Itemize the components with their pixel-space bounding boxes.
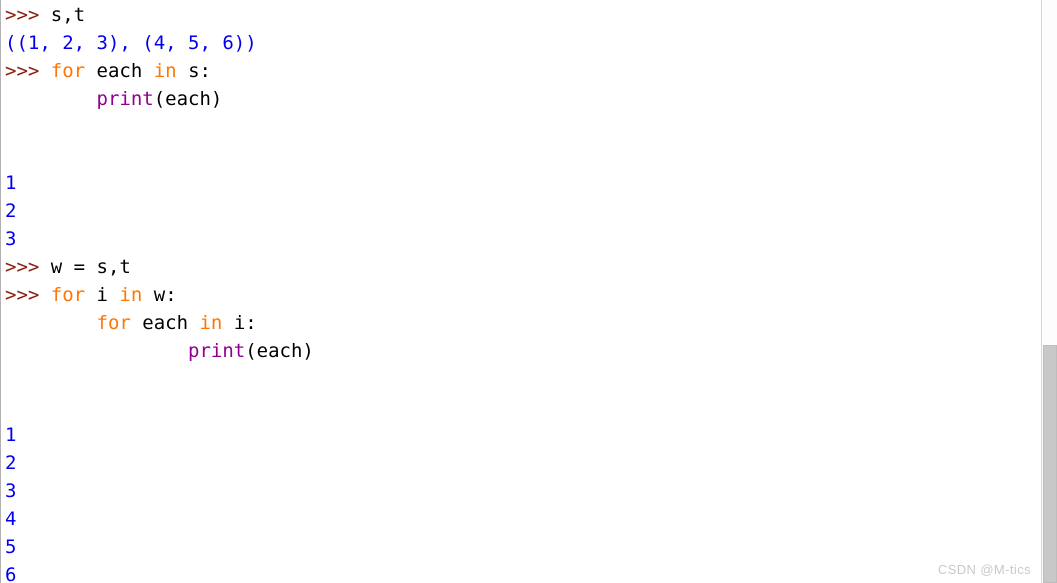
token-keyword: for [50,60,86,82]
token-plain: each [130,312,200,334]
token-output: 4 [5,508,17,530]
console-line-input: >>> for each in s: [5,57,1057,85]
console-line-output: 1 [5,421,1057,449]
token-plain: i [85,284,120,306]
console-line-input: >>> for i in w: [5,281,1057,309]
token-output: 3 [5,228,17,250]
console-line-output: 4 [5,505,1057,533]
token-output: 3 [5,480,17,502]
token-output: 2 [5,452,17,474]
token-prompt: >>> [5,60,51,82]
token-output: 5 [5,536,17,558]
token-builtin: print [96,88,154,110]
token-plain: i: [222,312,257,334]
console-line-output: 3 [5,225,1057,253]
token-output: 1 [5,172,17,194]
console-line-output: ((1, 2, 3), (4, 5, 6)) [5,29,1057,57]
console-line-input: >>> s,t [5,1,1057,29]
console-line-output: 2 [5,197,1057,225]
token-prompt: >>> [5,284,51,306]
scrollbar-thumb[interactable] [1043,345,1057,583]
token-plain: (each) [245,340,314,362]
token-keyword: in [119,284,143,306]
console-line-input: for each in i: [5,309,1057,337]
console-line-input: print(each) [5,337,1057,365]
python-shell-window: >>> s,t ((1, 2, 3), (4, 5, 6)) >>> for eac… [0,0,1057,583]
token-plain: s: [176,60,211,82]
token-output: ((1, 2, 3), (4, 5, 6)) [5,32,257,54]
token-keyword: for [96,312,131,334]
token-prompt: >>> [5,256,51,278]
console-line-list: >>> s,t ((1, 2, 3), (4, 5, 6)) >>> for eac… [5,1,1057,583]
console-line-output: 5 [5,533,1057,561]
token-plain: w: [142,284,177,306]
token-output: 6 [5,564,17,583]
token-plain: s,t [50,4,86,26]
token-output: 2 [5,200,17,222]
console-output-area[interactable]: >>> s,t ((1, 2, 3), (4, 5, 6)) >>> for eac… [3,0,1057,583]
token-builtin: print [188,340,246,362]
console-line-output: 3 [5,477,1057,505]
console-line-output: 6 [5,561,1057,583]
console-line-input: >>> w = s,t [5,253,1057,281]
vertical-scrollbar[interactable] [1041,0,1057,583]
token-plain: (each) [153,88,223,110]
token-keyword: in [199,312,223,334]
console-line-input: print(each) [5,85,1057,113]
token-plain: each [85,60,154,82]
token-keyword: in [153,60,177,82]
token-prompt: >>> [5,4,51,26]
console-line-output: 2 [5,449,1057,477]
console-line-output: 1 [5,169,1057,197]
token-keyword: for [50,284,86,306]
token-output: 1 [5,424,17,446]
token-plain: w = s,t [50,256,131,278]
